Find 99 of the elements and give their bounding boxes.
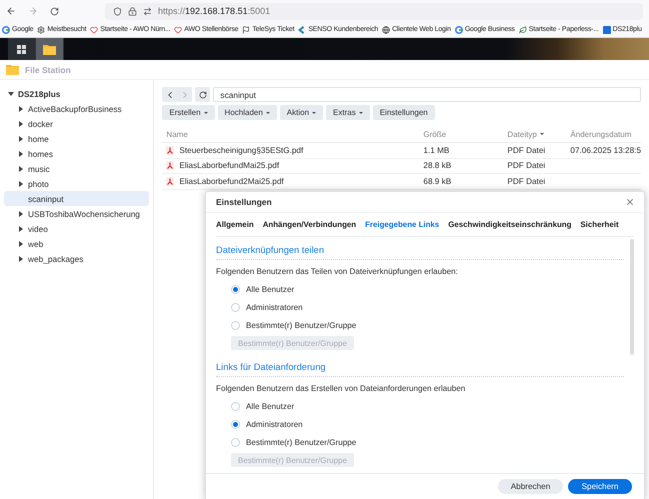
swap-icon (143, 6, 152, 16)
folder-icon (43, 44, 56, 54)
radio-label: Bestimmte(r) Benutzer/Gruppe (246, 320, 356, 330)
tree-item[interactable]: homes (28, 148, 53, 158)
arrow-left-icon (6, 6, 16, 16)
table-cell: 1.1 MB (419, 143, 504, 158)
apps-grid-icon (17, 44, 26, 54)
file-name: Steuerbescheinigung§35EStG.pdf (179, 146, 304, 155)
collapsed-triangle-icon[interactable] (19, 120, 23, 126)
collapsed-triangle-icon[interactable] (19, 106, 23, 112)
collapsed-triangle-icon[interactable] (19, 240, 23, 246)
tree-item[interactable]: music (28, 164, 50, 174)
tree-item[interactable]: scaninput (28, 194, 64, 204)
pdf-file-icon (166, 176, 174, 186)
pdf-file-icon (166, 146, 174, 155)
tree-item[interactable]: docker (28, 118, 53, 128)
collapsed-triangle-icon[interactable] (19, 226, 23, 232)
radio-button[interactable] (231, 284, 240, 294)
chevron-logo-icon (298, 26, 306, 34)
heart-icon (174, 26, 182, 34)
tree-item[interactable]: photo (28, 178, 49, 188)
collapsed-triangle-icon[interactable] (19, 180, 23, 186)
g-logo-icon (2, 26, 10, 34)
tree-item[interactable]: video (28, 224, 48, 234)
url-text: https://192.168.178.51:5001 (158, 6, 270, 16)
tree-item[interactable]: home (28, 134, 49, 144)
section-description: Folgenden Benutzern das Teilen von Dateiverknüpfungen erlauben: (216, 266, 459, 278)
save-button[interactable]: Speichern (568, 479, 632, 494)
table-cell: 28.8 kB (419, 158, 504, 174)
flag-icon (242, 26, 250, 34)
pdf-file-icon (166, 161, 174, 170)
close-icon[interactable] (625, 197, 635, 207)
toolbar-button[interactable]: Hochladen (218, 105, 277, 120)
tree-item[interactable]: USBToshibaWochensicherung (28, 208, 140, 218)
scrollbar[interactable] (630, 239, 634, 355)
square-logo-icon (602, 26, 611, 34)
selected-tree-row[interactable]: scaninput (4, 191, 150, 206)
radio-button[interactable] (231, 438, 240, 446)
section-description: Folgenden Benutzern das Erstellen von Dateianforderungen erlauben (216, 383, 466, 395)
toolbar-button[interactable]: Extras (326, 105, 370, 120)
toolbar-button[interactable]: Einstellungen (372, 105, 435, 120)
radio-label: Administratoren (246, 302, 303, 312)
expanded-triangle-icon[interactable] (8, 92, 14, 96)
radio-button[interactable] (231, 320, 240, 330)
file-name: EliasLaborbefund2Mai25.pdf (179, 176, 284, 186)
leaf-icon (518, 26, 527, 34)
cancel-button[interactable]: Abbrechen (498, 479, 563, 494)
column-header[interactable]: Größe (419, 126, 504, 143)
radio-label: Bestimmte(r) Benutzer/Gruppe (246, 438, 356, 446)
table-cell: 68.9 kB (419, 174, 504, 190)
taskbar-button[interactable] (8, 38, 36, 60)
table-cell: PDF Datei (503, 158, 566, 174)
window-title: File Station (25, 64, 71, 74)
reload-button[interactable] (50, 6, 59, 16)
collapsed-triangle-icon[interactable] (19, 166, 23, 172)
heart-icon (90, 26, 98, 34)
file-name: EliasLaborbefundMai25.pdf (179, 161, 280, 170)
reload-icon (50, 6, 59, 16)
toolbar-button[interactable]: Aktion (280, 105, 324, 120)
back-button[interactable] (6, 6, 16, 16)
file-name-cell[interactable]: EliasLaborbefundMai25.pdf (162, 158, 420, 174)
tree-item[interactable]: web (28, 238, 44, 248)
file-name-cell[interactable]: Steuerbescheinigung§35EStG.pdf (162, 143, 420, 158)
toolbar-button[interactable]: Erstellen (162, 105, 215, 120)
g-logo-icon (454, 26, 463, 34)
radio-button[interactable] (231, 302, 240, 312)
dialog-title: Einstellungen (216, 197, 272, 207)
folder-icon (6, 64, 19, 75)
radio-label: Alle Benutzer (246, 284, 294, 294)
lock-icon (128, 6, 137, 16)
collapsed-triangle-icon[interactable] (19, 150, 23, 156)
tree-item[interactable]: web_packages (28, 254, 84, 264)
collapsed-triangle-icon[interactable] (19, 136, 23, 142)
radio-button[interactable] (231, 420, 240, 428)
table-cell: 07.06.2025 13:28:5 (566, 143, 641, 158)
file-name-cell[interactable]: EliasLaborbefund2Mai25.pdf (162, 174, 420, 190)
tree-item[interactable]: ActiveBackupforBusiness (28, 104, 122, 114)
taskbar-button[interactable] (36, 38, 64, 60)
column-header[interactable]: Änderungsdatum (566, 126, 641, 143)
column-header[interactable]: Name (162, 126, 420, 143)
collapsed-triangle-icon[interactable] (19, 210, 23, 216)
radio-label: Alle Benutzer (246, 402, 294, 410)
gear-icon (37, 26, 46, 34)
address-bar[interactable]: https://192.168.178.51:5001 (105, 2, 643, 20)
shield-icon (113, 6, 122, 16)
table-cell: PDF Datei (503, 143, 566, 158)
radio-button[interactable] (231, 402, 240, 410)
tree-item[interactable]: DS218plus (18, 88, 60, 98)
arrow-right-icon (28, 6, 38, 16)
column-header[interactable]: Dateityp (503, 126, 566, 143)
globe-icon (382, 26, 390, 34)
refresh-button[interactable] (195, 87, 210, 102)
refresh-icon (198, 90, 207, 98)
section-heading: Dateiverknüpfungen teilen (216, 237, 624, 260)
table-cell: PDF Datei (503, 174, 566, 190)
radio-label: Administratoren (246, 420, 303, 428)
collapsed-triangle-icon[interactable] (19, 256, 23, 262)
section-heading: Links für Dateianforderung (216, 354, 624, 377)
path-field[interactable]: scaninput (213, 87, 641, 102)
